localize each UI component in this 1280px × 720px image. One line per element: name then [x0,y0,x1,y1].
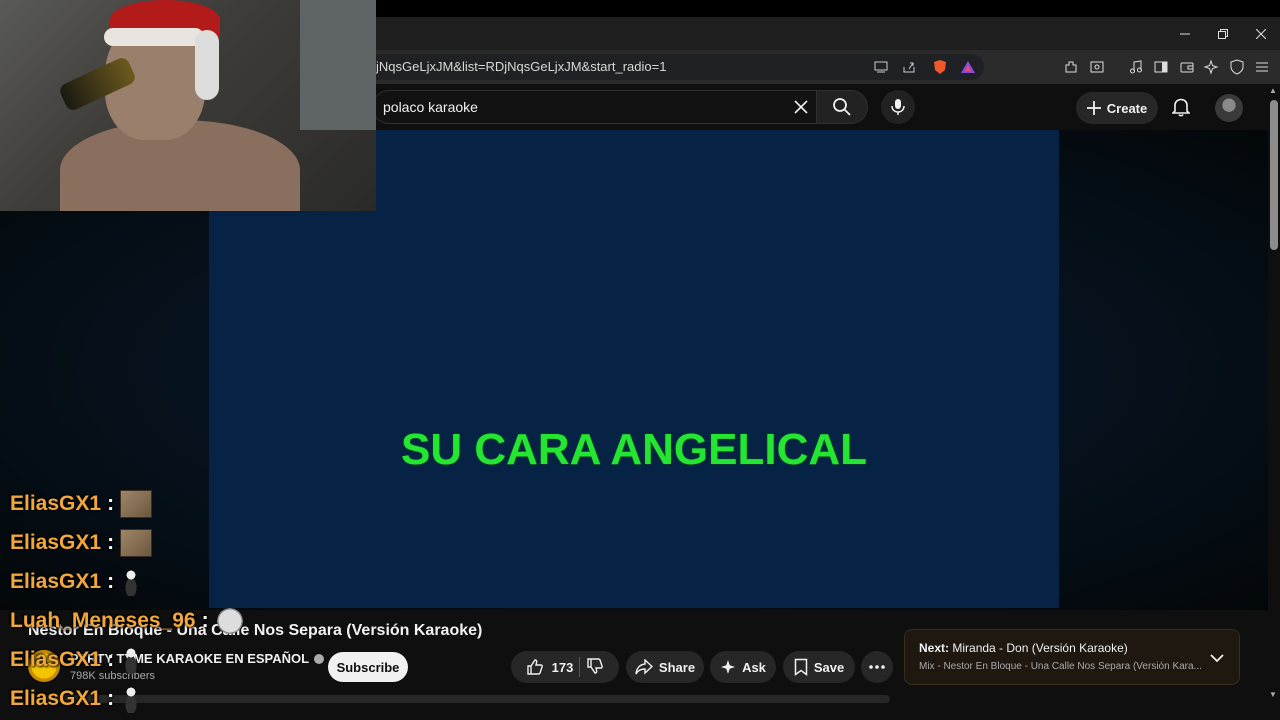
clear-search-icon[interactable] [789,95,813,119]
up-next-playlist: Mix - Nestor En Bloque - Una Calle Nos S… [919,661,1202,672]
chat-emote-photo [120,529,153,557]
thumbs-down-icon [587,657,604,674]
chat-emote-photo [120,490,153,518]
share-button[interactable]: Share [626,651,704,683]
search-button[interactable] [816,90,868,124]
santa-hat-band [104,28,204,46]
save-button[interactable]: Save [783,651,855,683]
chat-username: EliasGX1 [10,531,102,554]
chat-message: EliasGX1: [10,685,143,713]
scroll-down-icon[interactable]: ▼ [1269,690,1277,699]
up-next-prefix: Next: [919,641,950,655]
subscribe-button[interactable]: Subscribe [328,652,408,682]
create-label: Create [1106,100,1148,116]
restore-icon[interactable] [1204,17,1242,50]
chat-emote-dancer [120,568,143,596]
headset [195,30,219,100]
url-text[interactable]: jNqsGeLjxJM&list=RDjNqsGeLjxJM&start_rad… [376,59,666,74]
description-box[interactable] [40,695,890,703]
screenshot-icon[interactable] [1088,58,1106,76]
extensions-icon[interactable] [1062,58,1080,76]
chat-message: EliasGX1: [10,529,153,557]
verified-icon [314,653,325,664]
account-avatar[interactable] [1215,94,1243,122]
leo-ai-icon[interactable] [1202,58,1220,76]
chat-message: EliasGX1: [10,646,143,674]
close-window-icon[interactable] [1242,17,1280,50]
search-icon [833,98,851,116]
brave-rewards-icon[interactable] [959,58,977,76]
chat-emote-dancer [120,646,143,674]
like-button[interactable]: 173 [526,658,574,676]
cast-icon[interactable] [872,58,890,76]
save-label: Save [813,659,845,675]
chat-separator: : [107,492,115,515]
chat-message: Luah_Meneses_96: [10,607,245,635]
thumbs-up-icon [526,659,543,675]
chat-message: EliasGX1: [10,490,153,518]
share-label: Share [658,659,696,675]
like-count: 173 [551,659,574,675]
chevron-down-icon[interactable] [1207,648,1227,668]
notifications-button[interactable] [1168,94,1194,120]
menu-icon[interactable] [1253,58,1271,76]
ask-button[interactable]: Ask [710,651,776,683]
webcam-overlay [0,0,376,211]
like-dislike-group: 173 [511,651,619,683]
ask-label: Ask [742,659,766,675]
more-horizontal-icon [869,665,885,669]
webcam-background [300,0,376,130]
more-actions-button[interactable] [861,651,893,683]
minimize-icon[interactable] [1166,17,1204,50]
chat-separator: : [201,609,209,632]
share-icon [635,659,653,675]
karaoke-lyric: SU CARA ANGELICAL [400,425,868,474]
chat-separator: : [107,687,115,710]
chat-username: Luah_Meneses_96 [10,609,196,632]
scroll-up-icon[interactable]: ▲ [1269,86,1277,95]
brave-shields-icon[interactable] [931,58,949,76]
chat-emote-troll [214,607,245,635]
chat-message: EliasGX1: [10,568,143,596]
sparkle-icon [721,660,736,674]
chat-emote-dancer [120,685,143,713]
wallet-icon[interactable] [1178,58,1196,76]
chat-separator: : [107,531,115,554]
up-next-title[interactable]: Next: Miranda - Don (Versión Karaoke) [919,641,1128,655]
chat-username: EliasGX1 [10,687,102,710]
microphone-icon [891,99,905,115]
media-controls-icon[interactable] [1127,58,1145,76]
plus-icon [1086,101,1101,115]
share-page-icon[interactable] [900,58,918,76]
chat-username: EliasGX1 [10,492,102,515]
up-next-video: Miranda - Don (Versión Karaoke) [952,641,1128,655]
create-button[interactable]: Create [1076,92,1158,124]
vpn-shield-icon[interactable] [1228,58,1246,76]
scrollbar-thumb[interactable] [1270,100,1278,250]
bell-icon [1172,98,1190,117]
up-next-panel[interactable] [904,629,1240,685]
chat-separator: : [107,648,115,671]
chat-username: EliasGX1 [10,570,102,593]
bookmark-icon [794,658,808,676]
like-divider [579,657,581,677]
dislike-button[interactable] [586,657,604,678]
sidebar-icon[interactable] [1152,58,1170,76]
chat-username: EliasGX1 [10,648,102,671]
voice-search-button[interactable] [881,90,915,124]
search-query[interactable]: polaco karaoke [383,99,478,115]
chat-separator: : [107,570,115,593]
